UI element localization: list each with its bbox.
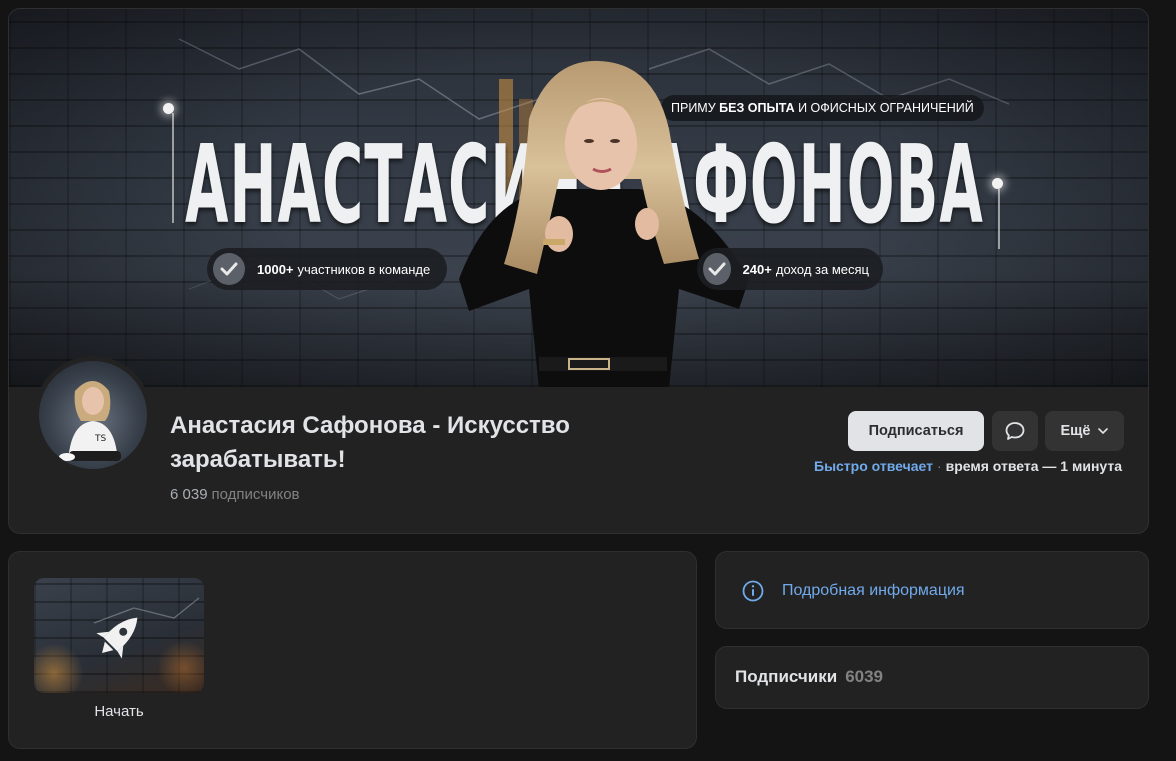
subscribers-card[interactable]: Подписчики 6039 [715, 646, 1149, 709]
badge-team-members: 1000+ участников в команде [207, 248, 447, 290]
badge-income-number: 240+ [742, 261, 772, 277]
message-bubble-icon [1004, 420, 1026, 442]
page-title: Анастасия Сафонова - Искусство зарабатыв… [170, 412, 570, 473]
details-label: Подробная информация [782, 582, 965, 599]
community-page: АНАСТАСИЯ САФОНОВА ПРИМУ БЕЗ ОПЫТА И ОФИ… [0, 0, 1176, 761]
info-icon [741, 579, 765, 603]
checkmark-icon [213, 253, 245, 285]
fast-reply-label[interactable]: Быстро отвечает [814, 458, 933, 474]
subscribers-header: Подписчики 6039 [735, 667, 883, 687]
cover-lamp-right [992, 178, 1003, 189]
subscribers-count: 6 039 [170, 486, 208, 503]
subscribers-title: Подписчики [735, 667, 838, 686]
avatar-person: TS [59, 381, 121, 461]
details-link[interactable]: Подробная информация [741, 579, 965, 603]
app-tile-start[interactable] [34, 578, 204, 693]
badge-team-number: 1000+ [257, 261, 294, 277]
cover-person [459, 60, 749, 387]
cover-lamp-stem-right [998, 189, 1000, 249]
more-button[interactable]: Ещё [1045, 411, 1124, 451]
more-label: Ещё [1060, 423, 1091, 439]
badge-team-text: участников в команде [297, 261, 431, 277]
message-button[interactable] [992, 411, 1038, 451]
tagline-post: И ОФИСНЫХ ОГРАНИЧЕНИЙ [798, 101, 974, 115]
subscribers-total: 6039 [845, 667, 884, 686]
chevron-down-icon [1098, 428, 1109, 434]
subscribers-label: подписчиков [211, 486, 300, 503]
cover-image[interactable]: АНАСТАСИЯ САФОНОВА ПРИМУ БЕЗ ОПЫТА И ОФИ… [9, 9, 1148, 387]
svg-text:TS: TS [94, 434, 106, 444]
community-header: АНАСТАСИЯ САФОНОВА ПРИМУ БЕЗ ОПЫТА И ОФИ… [8, 8, 1149, 534]
cover-lamp-left [163, 103, 174, 114]
avatar-image: TS [39, 361, 147, 469]
avatar[interactable]: TS [34, 356, 152, 474]
badge-monthly-income: 240+ доход за месяц [697, 248, 883, 290]
apps-card: Начать [8, 551, 697, 749]
checkmark-icon [703, 253, 731, 285]
subscribe-button[interactable]: Подписаться [848, 411, 984, 451]
reply-separator: · [936, 458, 942, 474]
badge-income-text: доход за месяц [775, 261, 869, 277]
subscribers-summary[interactable]: 6 039 подписчиков [170, 486, 300, 503]
response-time-info: Быстро отвечает · время ответа — 1 минута [814, 458, 1122, 474]
details-card: Подробная информация [715, 551, 1149, 629]
rocket-icon [93, 597, 200, 659]
cover-lamp-stem-left [172, 113, 174, 223]
app-label-start[interactable]: Начать [34, 703, 204, 720]
reply-time-text: время ответа — 1 минута [945, 458, 1122, 474]
